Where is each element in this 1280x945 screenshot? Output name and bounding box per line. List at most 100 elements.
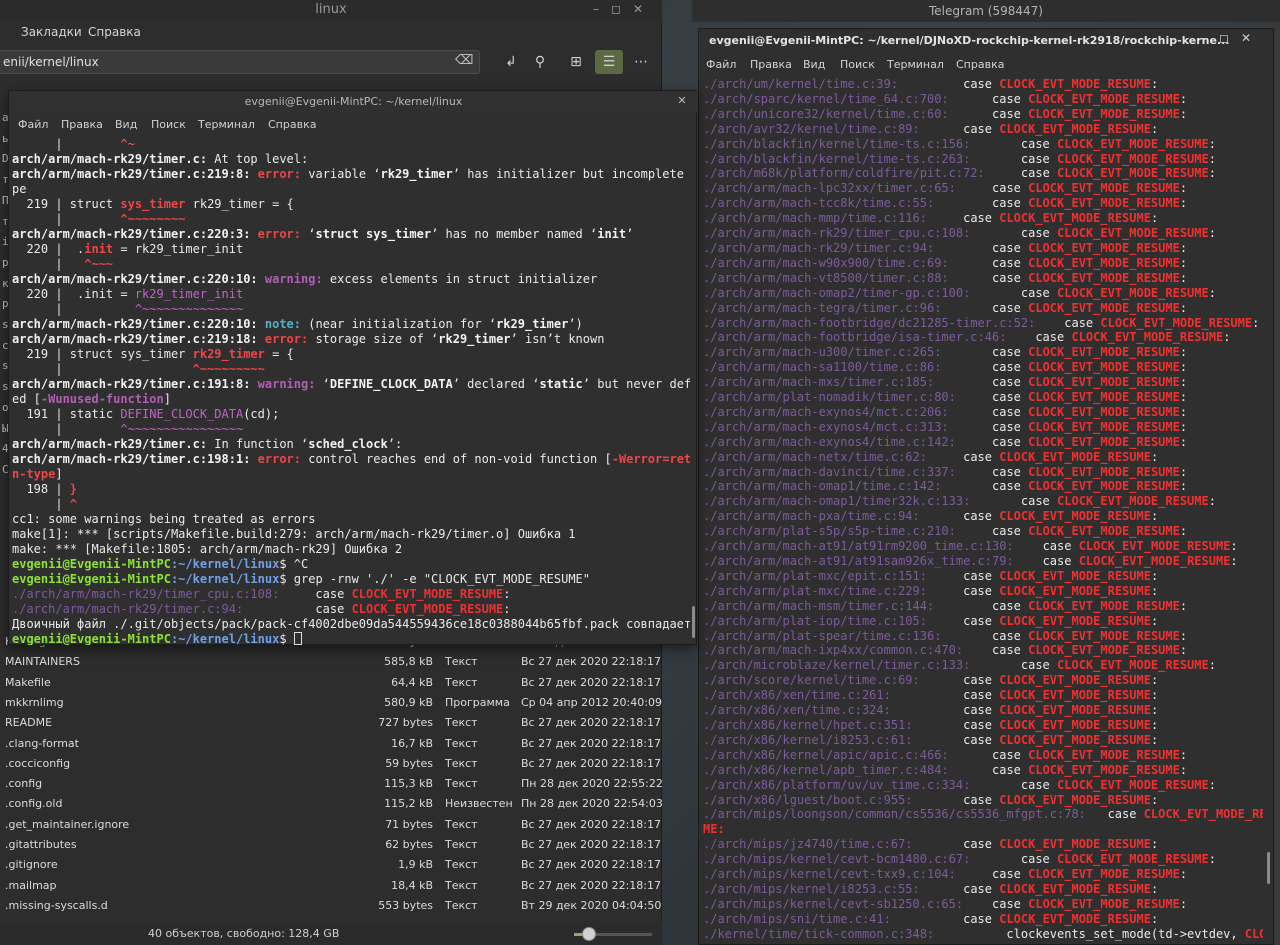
terminal-line: 219 | struct sys_timer rk29_timer = { (12, 347, 294, 361)
terminal-line: arch/arm/mach-rk29/timer.c:220:3: error:… (12, 227, 634, 241)
compact-view-icon[interactable]: ⋯ (627, 50, 655, 74)
file-row[interactable]: .gitattributes 62 bytes Текст Вс 27 дек 202… (0, 835, 662, 855)
file-manager-title: linux (0, 0, 662, 22)
file-row[interactable]: .get_maintainer.ignore 71 bytes Текст Вс 27… (0, 815, 662, 835)
file-type: Программа (445, 695, 510, 709)
menu-view[interactable]: Вид (803, 58, 825, 71)
window-controls[interactable]: –◻✕ (1201, 31, 1263, 45)
file-size: 64,4 kB (391, 675, 433, 689)
cursor (293, 632, 302, 645)
file-type: Текст (445, 675, 478, 689)
menu-search[interactable]: Поиск (151, 118, 186, 131)
file-size: 553 bytes (378, 898, 433, 912)
file-row[interactable]: .config 115,3 kB Текст Пн 28 дек 2020 22:55… (0, 774, 663, 794)
zoom-slider-handle[interactable] (582, 927, 596, 941)
search-icon[interactable]: ⚲ (526, 50, 554, 74)
file-row[interactable]: README 727 bytes Текст Вс 27 дек 2020 22:18… (0, 713, 662, 733)
file-name: .cocciconfig (5, 756, 71, 770)
menu-search[interactable]: Поиск (840, 58, 875, 71)
close-icon[interactable]: ✕ (674, 93, 690, 109)
grep-result-line: ./arch/x86/kernel/i8253.c:61: case CLOCK… (703, 732, 1159, 747)
file-name: mkkrnlimg (5, 695, 64, 709)
terminal-output[interactable]: ./arch/um/kernel/time.c:39: case CLOCK_E… (703, 77, 1263, 944)
scrollbar[interactable] (1267, 852, 1270, 884)
terminal-line: arch/arm/mach-rk29/timer.c:191:8: warnin… (12, 377, 690, 391)
terminal-line: arch/arm/mach-rk29/timer.c:219:8: error:… (12, 167, 690, 181)
file-row[interactable]: MAINTAINERS 585,8 kB Текст Вс 27 дек 2020 2… (0, 652, 662, 672)
grep-result-line: ./arch/arm/mach-tegra/timer.c:96: case C… (703, 300, 1188, 315)
grep-result-line: ./arch/arm/plat-mxc/epit.c:151: case CLO… (703, 568, 1159, 583)
grep-result-line: ./arch/arm/mach-rk29/timer_cpu.c:108: ca… (703, 226, 1216, 241)
file-row[interactable]: .clang-format 16,7 kB Текст Вс 27 дек 2020 … (0, 734, 662, 754)
file-type: Неизвестен (445, 797, 513, 811)
file-size: 62 bytes (385, 838, 433, 851)
file-size: 115,2 kB (384, 797, 433, 811)
close-icon[interactable]: ✕ (1241, 31, 1263, 45)
window-controls[interactable]: –◻✕ (593, 2, 655, 16)
terminal-line: evgenii@Evgenii-MintPC:~/kernel/linux$ g… (12, 572, 590, 586)
grep-result-line: ./arch/score/kernel/time.c:69: case CLOC… (703, 673, 1159, 688)
terminal-line: make: *** [Makefile:1805: arch/arm/mach-… (12, 542, 403, 556)
menu-help[interactable]: Справка (268, 118, 316, 131)
terminal-line: arch/arm/mach-rk29/timer.c:198:1: error:… (12, 452, 690, 466)
minimize-icon[interactable]: – (1201, 31, 1219, 45)
file-size: 59 bytes (385, 756, 433, 770)
file-type: Текст (445, 756, 478, 770)
menu-view[interactable]: Вид (115, 118, 137, 131)
file-row[interactable]: Makefile 64,4 kB Текст Вс 27 дек 2020 22:18… (0, 673, 662, 693)
maximize-icon[interactable]: ◻ (611, 2, 633, 16)
terminal-line: make[1]: *** [scripts/Makefile.build:279… (12, 527, 576, 541)
grep-result-line: ./arch/mips/kernel/i8253.c:55: case CLOC… (703, 881, 1159, 896)
minimize-icon[interactable]: – (593, 2, 611, 16)
grep-result-line: ME: (703, 822, 725, 837)
file-row[interactable]: .gitignore 1,9 kB Текст Вс 27 дек 2020 22:1… (0, 855, 662, 875)
file-name: .config.old (5, 797, 63, 811)
menu-help[interactable]: Справка (956, 58, 1004, 71)
file-date: Вт 29 дек 2020 04:04:50 (521, 898, 662, 912)
file-row[interactable]: .config.old 115,2 kB Неизвестен Пн 28 дек 2… (0, 794, 663, 814)
grep-result-line: ./arch/arm/mach-pxa/time.c:94: case CLOC… (703, 509, 1159, 524)
menu-edit[interactable]: Правка (61, 118, 103, 131)
menu-terminal[interactable]: Терминал (198, 118, 255, 131)
menu-file[interactable]: Файл (18, 118, 48, 131)
grep-result-line: ./arch/arm/mach-omap1/time.c:142: case C… (703, 479, 1188, 494)
terminal-window-right[interactable]: evgenii@Evgenii-MintPC: ~/kernel/DJNoXD-… (698, 28, 1274, 945)
grep-result-line: ./arch/blackfin/kernel/time-ts.c:263: ca… (703, 151, 1216, 166)
grep-result-line: ./arch/arm/mach-mxs/timer.c:185: case CL… (703, 375, 1188, 390)
menu-file[interactable]: Файл (706, 58, 736, 71)
terminal-line: | ^~~~~~~~~~ (12, 362, 265, 376)
file-size: 580,9 kB (384, 695, 433, 709)
grep-result-line: ./arch/mips/kernel/cevt-txx9.c:104: case… (703, 867, 1188, 882)
file-type: Текст (445, 878, 478, 892)
menu-terminal[interactable]: Терминал (887, 58, 944, 71)
grep-result-line: ./arch/x86/platform/uv/uv_time.c:334: ca… (703, 777, 1216, 792)
terminal-window-left[interactable]: evgenii@Evgenii-MintPC: ~/kernel/linux ✕… (8, 90, 698, 645)
grep-result-line: ./arch/arm/mach-tcc8k/time.c:55: case CL… (703, 196, 1188, 211)
menu-edit[interactable]: Правка (750, 58, 792, 71)
file-row[interactable]: .mailmap 18,4 kB Текст Вс 27 дек 2020 22:18… (0, 876, 662, 896)
terminal-line: 198 | } (12, 482, 78, 496)
scrollbar[interactable] (692, 606, 695, 638)
file-type: Текст (445, 655, 478, 669)
grep-result-line: ./kernel/time/tick-common.c:348: clockev… (703, 926, 1263, 941)
terminal-here-icon[interactable]: ↲ (497, 50, 525, 74)
file-date: Вс 27 дек 2020 22:18:17 (521, 838, 661, 851)
file-date: Вс 27 дек 2020 22:18:17 (521, 716, 661, 730)
maximize-icon[interactable]: ◻ (1219, 31, 1241, 45)
grep-result-line: ./arch/mips/jz4740/time.c:67: case CLOCK… (703, 837, 1159, 852)
terminal-line: arch/arm/mach-rk29/timer.c:220:10: warni… (12, 272, 598, 286)
clear-path-icon[interactable]: ⌫ (455, 53, 473, 69)
status-text: 40 объектов, свободно: 128,4 GB (148, 927, 340, 940)
list-view-icon[interactable]: ☰ (595, 50, 623, 74)
file-row[interactable]: mkkrnlimg 580,9 kB Программа Ср 04 апр 2012… (0, 693, 662, 713)
location-path-input[interactable]: enii/kernel/linux (0, 50, 480, 74)
terminal-output[interactable]: | ^~ arch/arm/mach-rk29/timer.c: At top l… (12, 137, 690, 645)
menu-help[interactable]: Справка (88, 25, 141, 39)
file-row[interactable]: .missing-syscalls.d 553 bytes Текст Вт 29 д… (0, 896, 662, 916)
close-icon[interactable]: ✕ (633, 2, 655, 16)
grep-result-line: ./arch/arm/mach-davinci/time.c:337: case… (703, 464, 1188, 479)
icon-view-icon[interactable]: ⊞ (562, 50, 590, 74)
menu-bookmarks[interactable]: Закладки (21, 25, 82, 39)
file-name: .config (5, 777, 43, 791)
file-row[interactable]: .cocciconfig 59 bytes Текст Вс 27 дек 2020 … (0, 754, 662, 774)
